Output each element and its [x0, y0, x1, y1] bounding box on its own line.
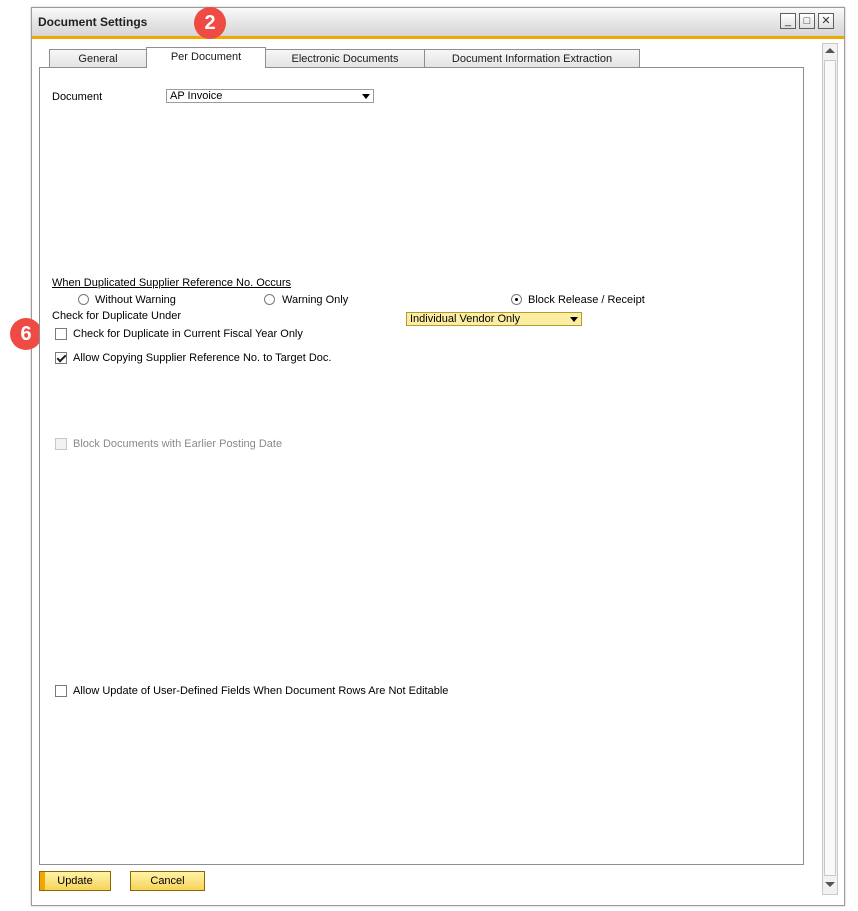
radio-without-warning[interactable]	[78, 294, 89, 305]
checkbox-allow-update-udf-label[interactable]: Allow Update of User-Defined Fields When…	[73, 685, 448, 697]
tab-per-document[interactable]: Per Document	[146, 47, 266, 68]
radio-selected-dot	[515, 298, 518, 301]
cancel-button[interactable]: Cancel	[130, 871, 205, 891]
scrollbar-thumb[interactable]	[824, 60, 836, 876]
cancel-button-label: Cancel	[150, 875, 185, 887]
update-button-label: Update	[57, 875, 93, 887]
checkbox-block-earlier-posting	[55, 438, 67, 450]
radio-without-warning-label[interactable]: Without Warning	[95, 294, 176, 306]
radio-block-release-receipt[interactable]	[511, 294, 522, 305]
radio-block-release-receipt-label[interactable]: Block Release / Receipt	[528, 294, 645, 306]
document-select-value: AP Invoice	[170, 90, 223, 102]
update-button[interactable]: Update	[39, 871, 111, 891]
per-document-panel: Document AP Invoice When Duplicated Supp…	[39, 67, 804, 865]
step-badge-6: 6	[10, 318, 42, 350]
checkbox-fiscal-year[interactable]	[55, 328, 67, 340]
check-under-label: Check for Duplicate Under	[52, 310, 182, 322]
tab-electronic-documents[interactable]: Electronic Documents	[265, 49, 425, 68]
checkbox-allow-copying[interactable]	[55, 352, 67, 364]
document-label: Document	[52, 91, 103, 103]
radio-warning-only[interactable]	[264, 294, 275, 305]
maximize-button[interactable]: □	[799, 13, 815, 29]
title-bar[interactable]: Document Settings _ □ ✕	[32, 8, 844, 39]
tab-document-information-extraction[interactable]: Document Information Extraction	[424, 49, 640, 68]
check-under-select[interactable]: Individual Vendor Only	[406, 312, 582, 326]
duplicate-heading: When Duplicated Supplier Reference No. O…	[52, 277, 292, 289]
check-under-select-value: Individual Vendor Only	[410, 313, 521, 325]
button-accent-bar	[40, 872, 45, 890]
scroll-up-arrow-icon[interactable]	[825, 48, 835, 53]
window-client-area: General Per Document Electronic Document…	[32, 39, 844, 905]
minimize-button[interactable]: _	[780, 13, 796, 29]
document-settings-window: Document Settings _ □ ✕ General Per Docu…	[31, 7, 845, 906]
step-badge-2: 2	[194, 7, 226, 39]
radio-warning-only-label[interactable]: Warning Only	[282, 294, 348, 306]
close-button[interactable]: ✕	[818, 13, 834, 29]
checkbox-block-earlier-posting-label: Block Documents with Earlier Posting Dat…	[73, 438, 283, 450]
checkmark-icon	[56, 352, 67, 363]
checkbox-fiscal-year-label[interactable]: Check for Duplicate in Current Fiscal Ye…	[73, 328, 303, 340]
document-select[interactable]: AP Invoice	[166, 89, 374, 103]
scroll-down-arrow-icon[interactable]	[825, 882, 835, 887]
checkbox-allow-copying-label[interactable]: Allow Copying Supplier Reference No. to …	[73, 352, 331, 364]
window-title: Document Settings	[38, 15, 148, 29]
chevron-down-icon	[570, 317, 578, 322]
tab-general[interactable]: General	[49, 49, 147, 68]
chevron-down-icon	[362, 94, 370, 99]
vertical-scrollbar[interactable]	[822, 43, 838, 895]
checkbox-allow-update-udf[interactable]	[55, 685, 67, 697]
